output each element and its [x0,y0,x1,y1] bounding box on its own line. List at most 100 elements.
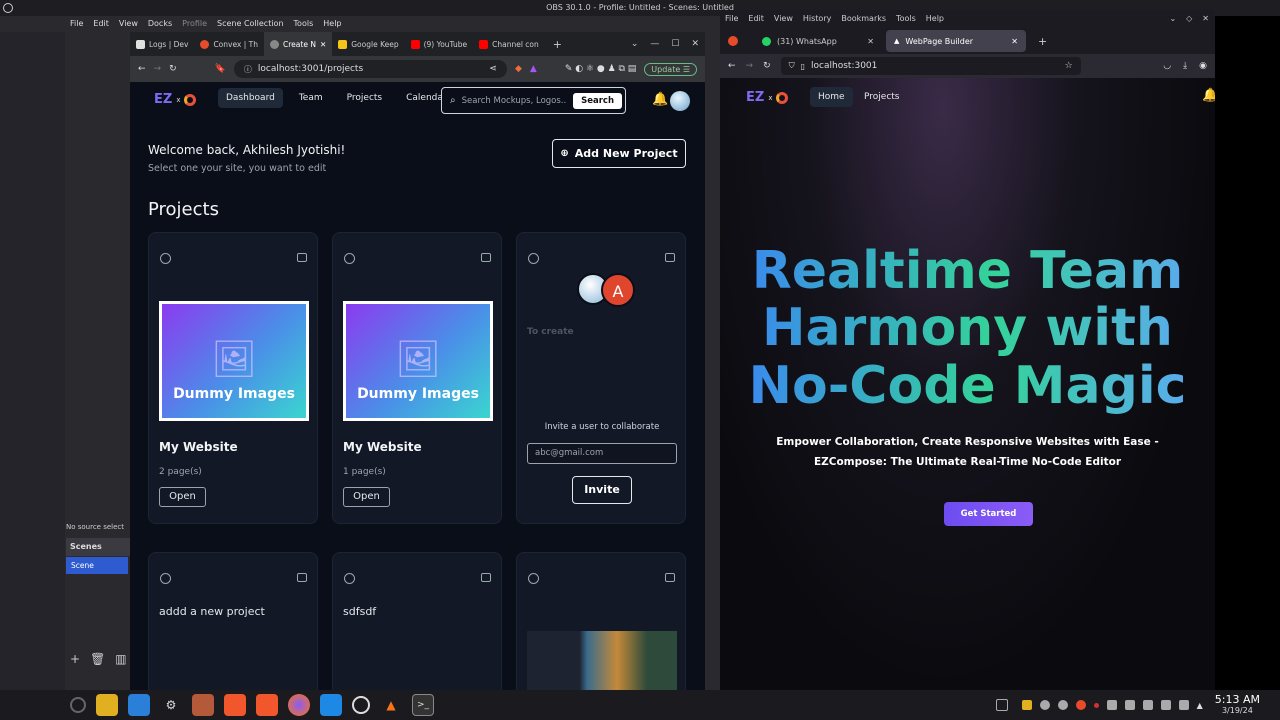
vscode-icon[interactable] [320,694,342,716]
obs-menu-help[interactable]: Help [323,16,341,32]
bookmark-icon[interactable]: 🔖 [215,64,226,74]
brave-icon[interactable] [224,694,246,716]
extensions-icon[interactable]: ✎ ◐ ⚛ ● ♟ ⧉ ▤ [565,64,636,74]
start-menu-icon[interactable] [70,697,86,713]
brave-rewards-icon[interactable]: ▲ [530,64,537,74]
vlc-icon[interactable]: ▲ [380,694,402,716]
invite-email-input[interactable]: abc@gmail.com [527,443,677,464]
tray-tools-icon[interactable] [1106,700,1117,710]
forward-icon[interactable]: → [154,64,162,74]
brave-shield-icon[interactable]: ◆ [515,64,522,74]
bell-icon[interactable]: 🔔 [652,92,668,107]
tray-clipboard-icon[interactable] [1124,700,1135,710]
close-icon[interactable]: ✕ [1202,10,1209,28]
volume-icon[interactable] [1160,700,1171,710]
add-new-project-button[interactable]: ⊕ Add New Project [552,139,686,168]
clock-icon[interactable] [344,253,355,264]
project-card[interactable]: 🖼 Dummy Images My Website 2 page(s) Open [148,232,318,524]
new-tab-icon[interactable]: + [1030,35,1055,48]
close-tab-icon[interactable]: ✕ [320,40,326,49]
terminal-icon[interactable]: >_ [412,694,434,716]
store-icon[interactable] [128,694,150,716]
tab-create[interactable]: Create N ✕ [264,32,333,56]
bluetooth-icon[interactable] [1142,700,1153,710]
project-card[interactable]: 🖼 Dummy Images My Website 1 page(s) Open [332,232,502,524]
open-button[interactable]: Open [159,487,206,507]
app-logo[interactable]: EZ x [154,92,197,107]
clock-icon[interactable] [160,253,171,264]
obs-menu-tools[interactable]: Tools [294,16,314,32]
tab-whatsapp[interactable]: (31) WhatsApp ✕ [754,30,882,52]
tray-notes-icon[interactable] [1021,700,1032,710]
obs-menu-file[interactable]: File [70,16,83,32]
tab-convex[interactable]: Convex | Th [194,32,264,56]
download-icon[interactable]: ⤓ [1183,61,1187,71]
tray-clock-icon[interactable] [1075,700,1086,710]
project-card[interactable]: addd a new project [148,552,318,690]
firefox-view-icon[interactable] [728,36,738,46]
tab-webpage-builder[interactable]: ▲ WebPage Builder ✕ [886,30,1026,52]
maximize-icon[interactable]: ☐ [671,39,679,49]
desktop-icon[interactable] [995,699,1008,711]
share-icon[interactable]: ⋖ [489,64,497,74]
tray-record-icon[interactable] [1057,700,1068,710]
sidebar-icon[interactable] [297,573,307,582]
brave-browser-icon[interactable] [256,694,278,716]
close-icon[interactable]: ✕ [691,39,699,49]
search-input[interactable]: Search Mockups, Logos... [462,96,567,106]
project-card[interactable] [516,552,686,690]
new-tab-icon[interactable]: + [545,38,570,51]
firefox-address-bar[interactable]: ⛉ ▯ localhost:3001 ☆ [780,57,1081,75]
clock-icon[interactable] [344,573,355,584]
back-icon[interactable]: ← [138,64,146,74]
minimize-icon[interactable]: ⌄ [1169,10,1176,28]
close-tab-icon[interactable]: ✕ [867,37,874,46]
ff-menu-history[interactable]: History [803,10,831,28]
ff-menu-file[interactable]: File [725,10,738,28]
tray-media-icon[interactable] [1039,700,1050,710]
sidebar-icon[interactable] [665,573,675,582]
site-nav-home[interactable]: Home [810,87,853,107]
ff-menu-view[interactable]: View [774,10,793,28]
back-icon[interactable]: ← [728,61,736,71]
nav-team[interactable]: Team [291,88,331,108]
wifi-icon[interactable] [1178,700,1189,710]
filter-icon[interactable]: ▥ [115,652,126,666]
obs-menu-profile[interactable]: Profile [182,16,207,32]
clock[interactable]: 5:13 AM 3/19/24 [1215,694,1260,716]
scene-item[interactable]: Scene [66,557,128,574]
tab-logs[interactable]: Logs | Dev [130,32,194,56]
search-button[interactable]: Search [573,92,622,109]
clock-icon[interactable] [528,573,539,584]
obs-menu-docks[interactable]: Docks [148,16,172,32]
tab-youtube[interactable]: (9) YouTube [405,32,474,56]
avatar[interactable] [670,91,690,111]
settings-icon[interactable]: ⚙ [160,694,182,716]
ff-menu-edit[interactable]: Edit [748,10,764,28]
reload-icon[interactable]: ↻ [763,61,771,71]
nav-projects[interactable]: Projects [339,88,390,108]
file-manager-icon[interactable] [96,694,118,716]
invite-button[interactable]: Invite [572,476,632,504]
obs-icon[interactable] [352,696,370,714]
chevron-down-icon[interactable]: ⌄ [631,39,639,49]
sidebar-icon[interactable] [297,253,307,262]
forward-icon[interactable]: → [746,61,754,71]
get-started-button[interactable]: Get Started [944,502,1033,526]
sidebar-icon[interactable] [665,253,675,262]
account-icon[interactable]: ◉ [1199,61,1207,71]
reload-icon[interactable]: ↻ [169,64,177,74]
pocket-icon[interactable]: ◡ [1163,61,1171,71]
archive-icon[interactable] [192,694,214,716]
tray-update-icon[interactable] [1093,702,1099,708]
minimize-icon[interactable]: — [650,39,659,49]
obs-menu-edit[interactable]: Edit [93,16,109,32]
project-card[interactable]: sdfsdf [332,552,502,690]
ff-menu-help[interactable]: Help [926,10,944,28]
tab-channel[interactable]: Channel con [473,32,545,56]
clock-icon[interactable] [160,573,171,584]
close-tab-icon[interactable]: ✕ [1011,37,1018,46]
sidebar-icon[interactable] [481,573,491,582]
tray-expand-icon[interactable]: ▲ [1197,701,1203,710]
tab-google-keep[interactable]: Google Keep [332,32,404,56]
